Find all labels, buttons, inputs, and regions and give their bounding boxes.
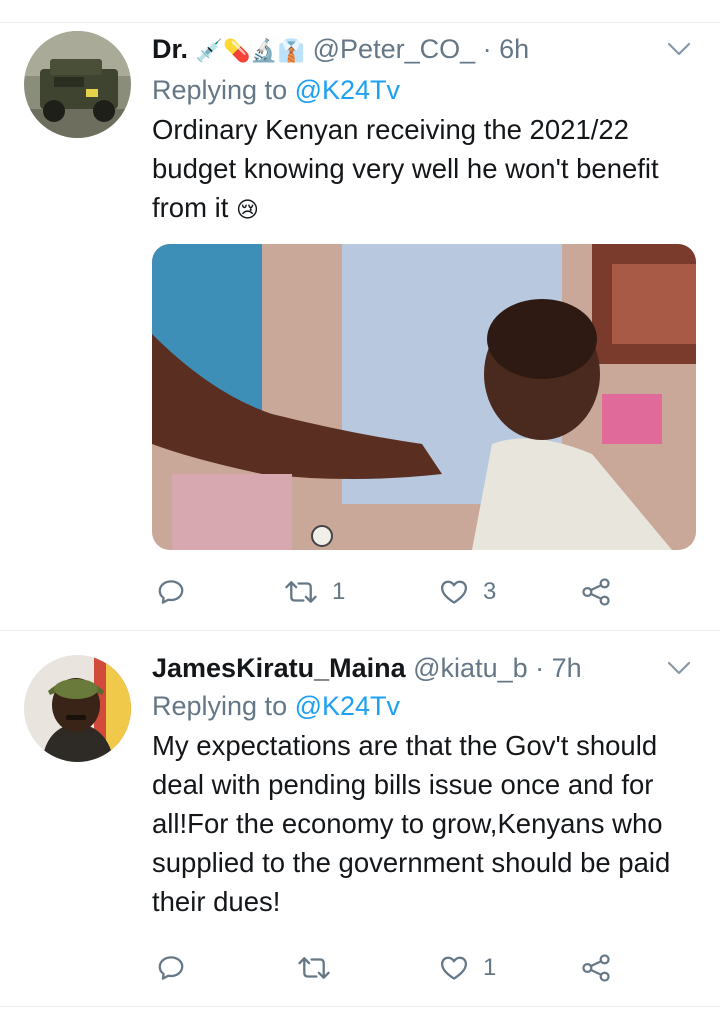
tweet-text: Ordinary Kenyan receiving the 2021/22 bu… [152, 110, 696, 230]
tweet-text: My expectations are that the Gov't shoul… [152, 730, 671, 917]
share-icon [582, 578, 610, 606]
replying-to: Replying to @K24Tv [152, 688, 696, 724]
retweet-icon [298, 957, 330, 979]
tweet-divider [0, 1006, 720, 1007]
replying-to: Replying to @K24Tv [152, 72, 696, 108]
time-separator: · [482, 34, 492, 64]
like-count: 1 [483, 954, 497, 981]
heart-icon [441, 580, 467, 604]
retweet-button[interactable]: 1 [284, 572, 345, 612]
like-button[interactable]: 1 [439, 948, 496, 988]
display-name[interactable]: JamesKiratu_Maina [152, 653, 406, 683]
replying-to-mention[interactable]: @K24Tv [295, 691, 400, 721]
reply-icon [158, 956, 184, 980]
share-button[interactable] [580, 572, 612, 612]
like-count: 3 [483, 578, 497, 605]
tweet-header: Dr. 💉💊🔬👔 @Peter_CO_ · 6h [152, 31, 696, 70]
tweet-time[interactable]: 7h [552, 653, 582, 683]
retweet-count: 1 [332, 578, 346, 605]
chevron-down-icon[interactable] [666, 36, 692, 62]
share-button[interactable] [580, 948, 612, 988]
user-handle[interactable]: @Peter_CO_ [313, 34, 475, 64]
retweet-icon [285, 581, 317, 603]
crying-face-emoji: 😢 [236, 198, 259, 223]
tweet-actions: 1 [152, 948, 696, 988]
tweet-content: JamesKiratu_Maina @kiatu_b · 7h Replying… [152, 650, 696, 921]
display-name[interactable]: Dr. [152, 34, 188, 64]
reply-button[interactable] [156, 572, 186, 612]
tweet-time[interactable]: 6h [499, 34, 529, 64]
tweet-content: Dr. 💉💊🔬👔 @Peter_CO_ · 6h Replying to @K2… [152, 31, 696, 230]
time-separator: · [535, 653, 545, 683]
name-emojis: 💉💊🔬👔 [195, 39, 306, 64]
chevron-down-icon[interactable] [666, 655, 692, 681]
avatar[interactable] [24, 31, 131, 138]
tweet-image[interactable] [152, 244, 696, 550]
tweet-actions: 1 3 [152, 572, 696, 612]
replying-to-label: Replying to [152, 691, 288, 721]
reply-icon [158, 580, 184, 604]
share-icon [582, 954, 610, 982]
like-button[interactable]: 3 [439, 572, 496, 612]
heart-icon [441, 956, 467, 980]
tweet-header: JamesKiratu_Maina @kiatu_b · 7h [152, 650, 696, 686]
tweet-divider [0, 630, 720, 631]
top-divider [0, 22, 720, 23]
replying-to-label: Replying to [152, 75, 288, 105]
user-handle[interactable]: @kiatu_b [413, 653, 527, 683]
tweet-text-body: Ordinary Kenyan receiving the 2021/22 bu… [152, 114, 659, 223]
avatar[interactable] [24, 655, 131, 762]
reply-button[interactable] [156, 948, 186, 988]
retweet-button[interactable] [297, 948, 345, 988]
replying-to-mention[interactable]: @K24Tv [295, 75, 400, 105]
